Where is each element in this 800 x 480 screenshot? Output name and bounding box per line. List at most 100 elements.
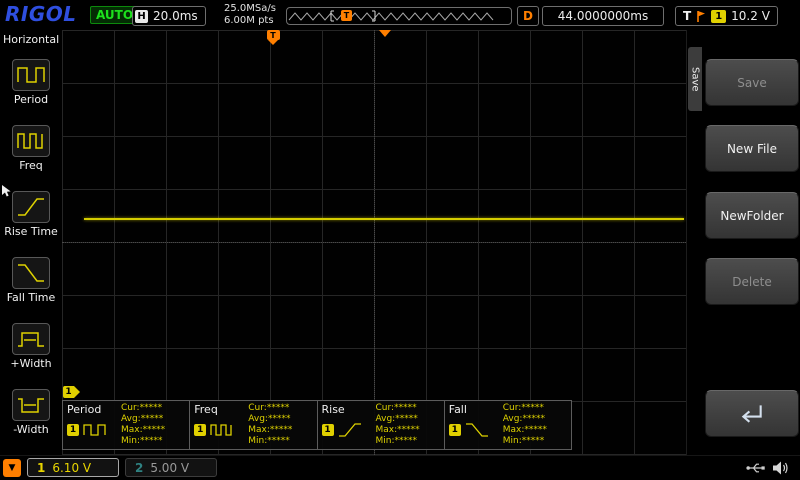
measurement-box-rise: Rise 1 Cur:***** Avg:***** Max:***** Min… <box>316 400 445 450</box>
period-icon <box>12 59 50 92</box>
freq-icon <box>12 125 50 158</box>
sample-rate: 25.0MSa/s <box>224 3 276 14</box>
menu-item-label: -Width <box>13 422 49 436</box>
fall-time-icon <box>12 256 50 289</box>
stat-max: Max:***** <box>375 425 420 435</box>
bottom-bar: ▼ 1 6.10 V 2 5.00 V <box>0 455 800 480</box>
delay-label: D <box>517 6 539 26</box>
period-glyph-icon <box>83 424 106 436</box>
oscilloscope-screen: RIGOL AUTO H 20.0ms 25.0MSa/s 6.00M pts … <box>0 0 800 480</box>
speaker-icon <box>773 461 788 475</box>
rise-time-icon <box>12 191 50 224</box>
trigger-level-value: 10.2 V <box>731 9 770 23</box>
minus-width-icon <box>12 388 50 421</box>
freq-glyph-icon <box>210 424 232 436</box>
graticule: T <box>62 30 686 455</box>
stat-min: Min:***** <box>121 436 163 446</box>
menu-item-rise-time[interactable]: Rise Time <box>0 185 62 239</box>
ch1-marker-label: 1 <box>63 386 74 398</box>
menu-tab-save: Save <box>688 47 702 111</box>
menu-item-label: Period <box>13 93 49 107</box>
stat-max: Max:***** <box>121 425 166 435</box>
stat-max: Max:***** <box>502 425 547 435</box>
timebase-value: 20.0ms <box>153 9 198 23</box>
stat-min: Min:***** <box>502 436 545 446</box>
stat-min: Min:***** <box>375 436 418 446</box>
center-gridline-vertical <box>374 30 375 455</box>
delete-button[interactable]: Delete <box>705 258 799 305</box>
waveform-position-strip: T <box>286 7 512 25</box>
menu-item-minus-width[interactable]: -Width <box>0 388 62 436</box>
menu-item-freq[interactable]: Freq <box>0 125 62 172</box>
trigger-label: T <box>683 9 692 23</box>
measurement-box-period: Period 1 Cur:***** Avg:***** Max:***** M… <box>62 400 191 450</box>
stat-cur: Cur:***** <box>502 403 544 413</box>
delay-value: 44.0000000ms <box>541 6 664 26</box>
top-bar: RIGOL AUTO H 20.0ms 25.0MSa/s 6.00M pts … <box>0 0 800 31</box>
stat-min: Min:***** <box>248 436 290 446</box>
stat-avg: Avg:***** <box>502 414 545 424</box>
menu-item-label: Fall Time <box>6 290 56 304</box>
waveform-preview-icon <box>288 10 494 22</box>
rise-glyph-icon <box>338 423 361 437</box>
return-arrow-icon <box>741 404 762 423</box>
horizontal-measure-menu: Horizontal Period Freq Rise Time Fall Ti… <box>0 30 62 455</box>
measurement-overlay: Period 1 Cur:***** Avg:***** Max:***** M… <box>62 400 572 450</box>
delay-group: D 44.0000000ms <box>517 6 664 26</box>
stat-max: Max:***** <box>248 425 293 435</box>
fall-glyph-icon <box>465 423 488 437</box>
horizontal-icon: H <box>135 9 148 23</box>
new-file-button[interactable]: New File <box>705 125 799 172</box>
new-folder-button[interactable]: NewFolder <box>705 192 799 239</box>
menu-item-fall-time[interactable]: Fall Time <box>0 256 62 304</box>
rigol-logo: RIGOL <box>5 2 77 26</box>
return-button[interactable] <box>705 390 799 437</box>
stat-avg: Avg:***** <box>375 414 418 424</box>
acquisition-info: 25.0MSa/s 6.00M pts <box>224 3 276 27</box>
plus-width-icon <box>12 322 50 355</box>
usb-icon <box>746 463 765 473</box>
cursor-icon <box>2 185 11 197</box>
measurement-box-freq: Freq 1 Cur:***** Avg:***** Max:***** Min… <box>189 400 318 450</box>
save-menu: Save Save New File NewFolder Delete <box>686 30 800 455</box>
ch2-scale-value: 5.00 V <box>150 460 190 475</box>
stat-cur: Cur:***** <box>121 403 163 413</box>
ch1-ground-marker: 1 <box>63 386 80 398</box>
measurement-name: Rise <box>321 403 345 416</box>
trigger-flag-icon <box>697 10 706 22</box>
trigger-position-label: T <box>266 30 280 40</box>
ch2-label: 2 <box>135 460 144 475</box>
menu-item-label: +Width <box>10 356 52 370</box>
menu-item-period[interactable]: Period <box>0 59 62 106</box>
trigger-position-marker: T <box>266 30 280 45</box>
stat-avg: Avg:***** <box>121 414 164 424</box>
menu-items: Period Freq Rise Time Fall Time +Width -… <box>0 46 62 455</box>
trigger-position-pointer-icon <box>268 40 278 45</box>
strip-trigger-marker: T <box>341 10 352 21</box>
channel-badge: 1 <box>67 424 79 436</box>
trigger-group: T 1 10.2 V <box>675 6 778 26</box>
delay-marker-icon <box>379 30 391 37</box>
ch1-label: 1 <box>37 460 46 475</box>
ch1-marker-pointer-icon <box>74 386 80 398</box>
ch2-status-box[interactable]: 2 5.00 V <box>125 458 217 477</box>
ch1-trace <box>84 218 684 220</box>
trigger-channel-badge: 1 <box>711 9 727 23</box>
memory-depth: 6.00M pts <box>224 15 274 26</box>
menu-item-label: Freq <box>19 159 43 173</box>
menu-page-down-icon[interactable]: ▼ <box>3 459 21 477</box>
menu-title: Horizontal <box>3 33 60 46</box>
ch1-status-box[interactable]: 1 6.10 V <box>27 458 119 477</box>
channel-badge: 1 <box>448 424 461 436</box>
channel-badge: 1 <box>194 424 207 436</box>
menu-item-label: Rise Time <box>4 225 58 239</box>
stat-avg: Avg:***** <box>248 414 291 424</box>
measurement-name: Freq <box>194 403 218 416</box>
menu-item-plus-width[interactable]: +Width <box>0 322 62 370</box>
save-button[interactable]: Save <box>705 59 799 106</box>
measurement-name: Fall <box>448 403 467 416</box>
timebase-group: H 20.0ms <box>132 6 206 26</box>
ch1-scale-value: 6.10 V <box>52 460 92 475</box>
channel-badge: 1 <box>321 424 334 436</box>
measurement-box-fall: Fall 1 Cur:***** Avg:***** Max:***** Min… <box>443 400 572 450</box>
